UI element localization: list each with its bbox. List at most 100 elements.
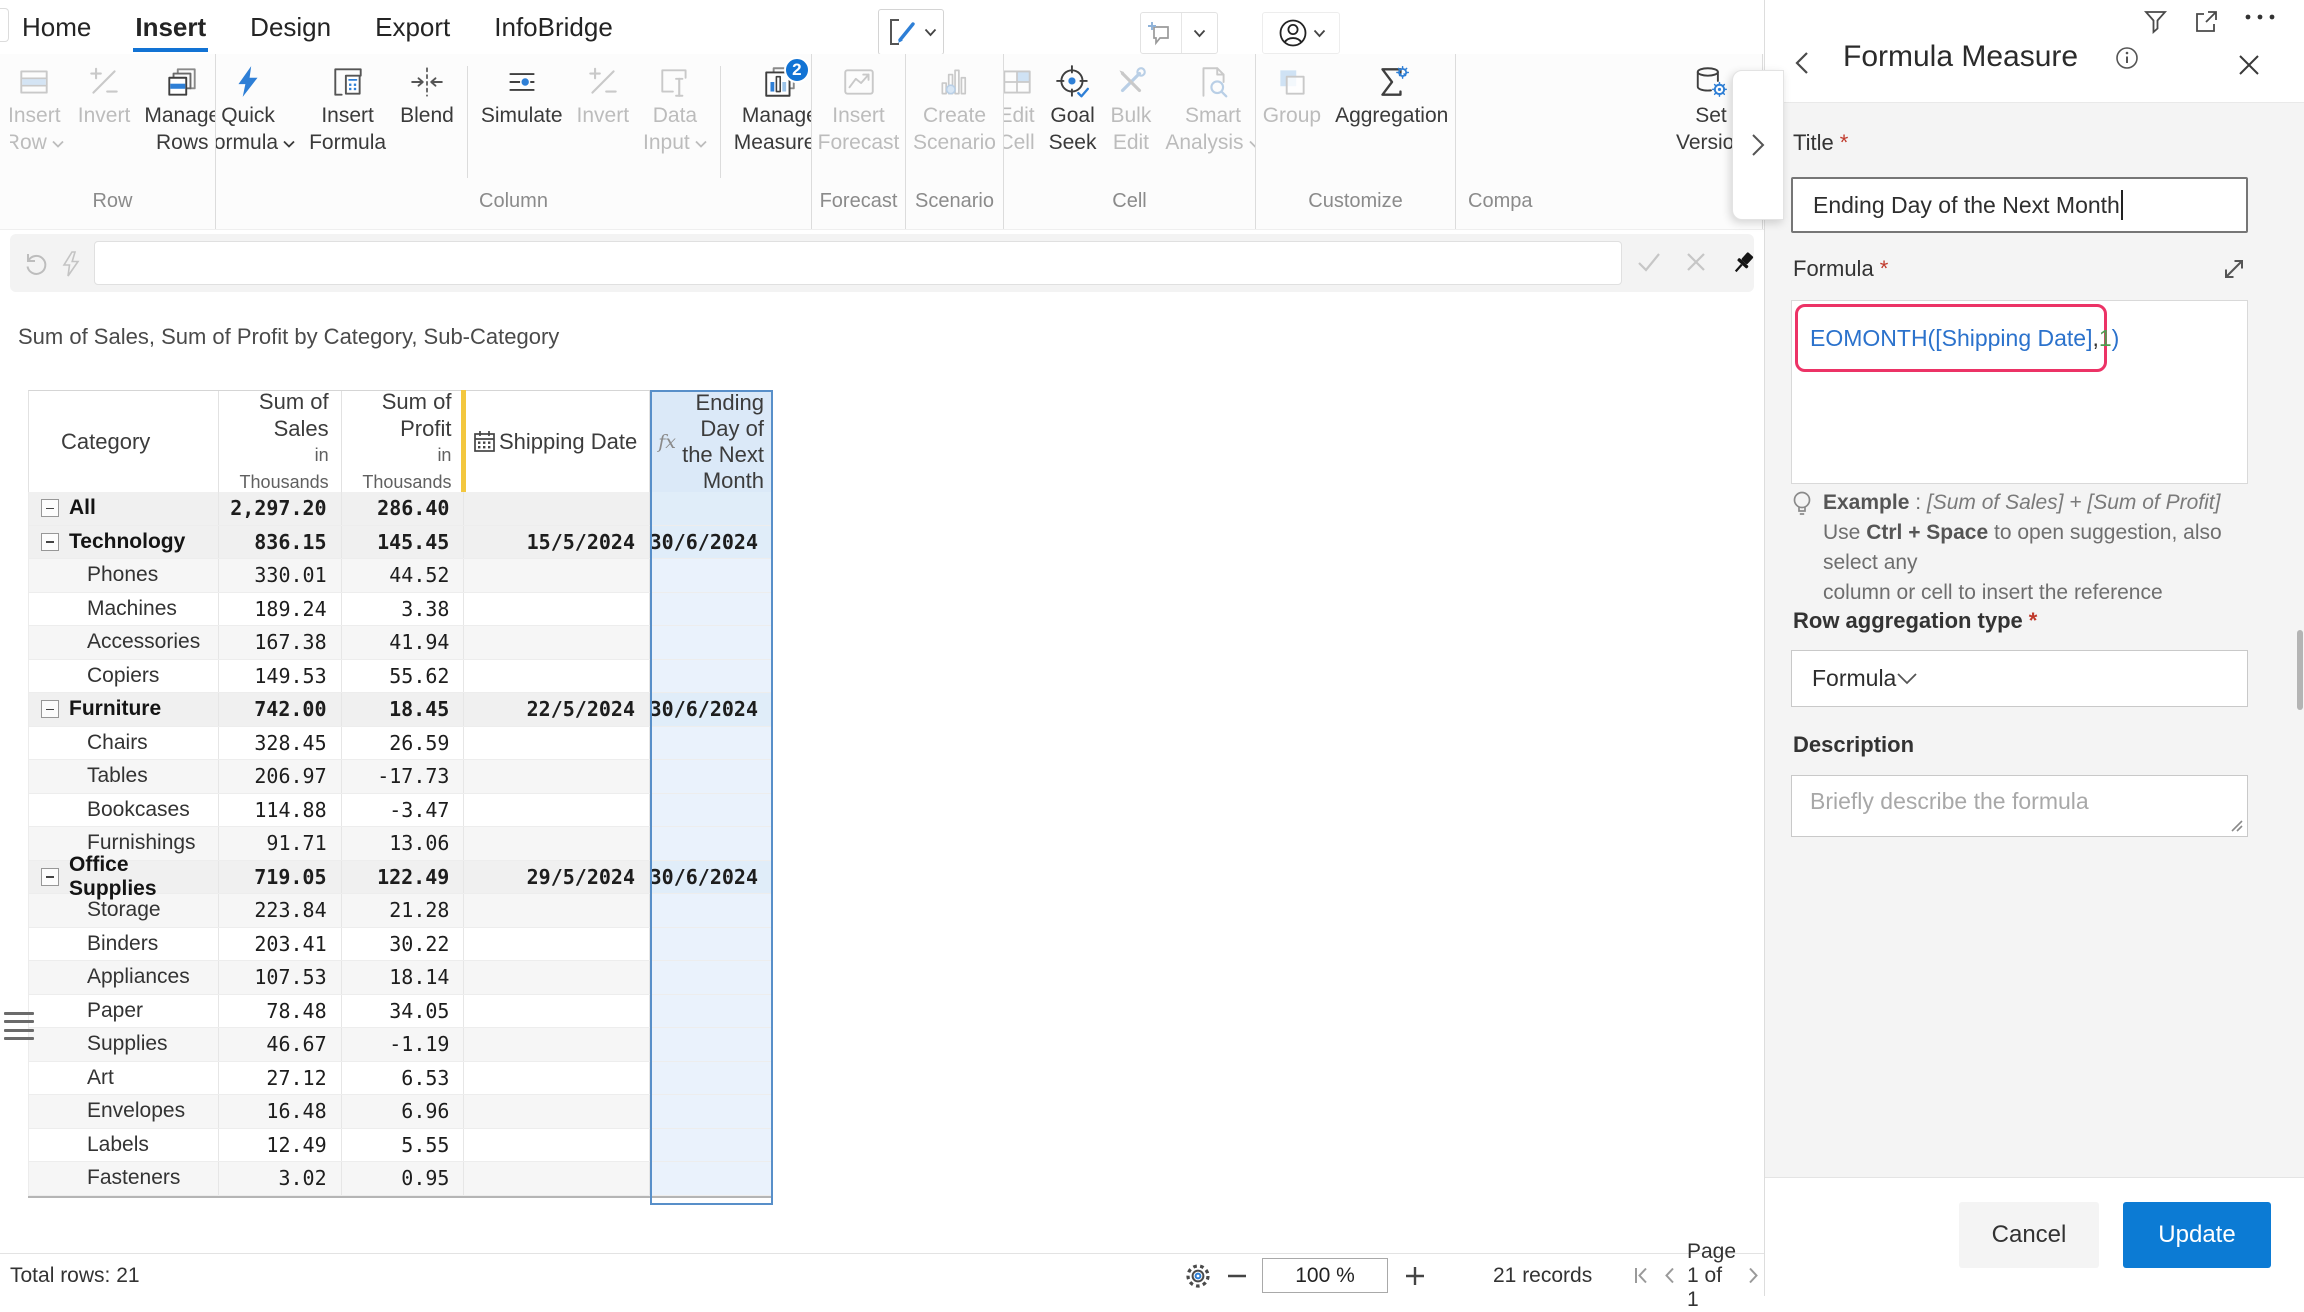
cell-ending-day[interactable] (650, 760, 774, 793)
ribbon-button-quick-formula[interactable]: QuickFormula (216, 64, 302, 156)
cell-shipping-date[interactable]: 29/5/2024 (464, 860, 651, 893)
cell-sales[interactable]: 189.24 (219, 592, 342, 625)
cell-ending-day[interactable] (650, 994, 774, 1027)
cell-shipping-date[interactable] (464, 1061, 651, 1094)
cell-profit[interactable]: 41.94 (342, 626, 465, 659)
cell-ending-day[interactable] (650, 559, 774, 592)
cell-shipping-date[interactable]: 22/5/2024 (464, 693, 651, 726)
cell-profit[interactable]: 6.96 (342, 1095, 465, 1128)
cell-category[interactable]: Fasteners (29, 1162, 219, 1195)
cell-sales[interactable]: 16.48 (219, 1095, 342, 1128)
formula-input[interactable] (94, 241, 1622, 285)
cell-shipping-date[interactable] (464, 726, 651, 759)
cell-profit[interactable]: -17.73 (342, 760, 465, 793)
cell-sales[interactable]: 46.67 (219, 1028, 342, 1061)
cell-category[interactable]: Office Supplies (29, 853, 219, 900)
menu-tab-insert[interactable]: Insert (133, 0, 208, 54)
cell-category[interactable]: Appliances (29, 961, 219, 994)
cell-profit[interactable]: 122.49 (342, 860, 465, 893)
column-header-ending-day[interactable]: fx Ending Day of the Next Month (650, 390, 774, 493)
cell-profit[interactable]: -3.47 (342, 793, 465, 826)
cell-sales[interactable]: 330.01 (219, 559, 342, 592)
ribbon-button-manage-measures[interactable]: 2 ManageMeasures (727, 57, 811, 156)
pin-icon[interactable] (1730, 250, 1758, 278)
cell-sales[interactable]: 203.41 (219, 927, 342, 960)
cell-profit[interactable]: 6.53 (342, 1061, 465, 1094)
cell-sales[interactable]: 107.53 (219, 961, 342, 994)
cell-sales[interactable]: 742.00 (219, 693, 342, 726)
ribbon-button-goal-seek[interactable]: Goal Seek (1042, 64, 1104, 156)
title-field[interactable]: Ending Day of the Next Month (1791, 177, 2248, 233)
account-button[interactable] (1262, 12, 1340, 54)
cell-shipping-date[interactable] (464, 492, 651, 525)
cell-category[interactable]: Storage (29, 894, 219, 927)
cell-profit[interactable]: 5.55 (342, 1128, 465, 1161)
cell-sales[interactable]: 167.38 (219, 626, 342, 659)
cell-ending-day[interactable] (650, 592, 774, 625)
comment-button[interactable] (1140, 12, 1218, 54)
cell-profit[interactable]: -1.19 (342, 1028, 465, 1061)
cell-shipping-date[interactable] (464, 927, 651, 960)
cell-sales[interactable]: 836.15 (219, 525, 342, 558)
cell-sales[interactable]: 3.02 (219, 1162, 342, 1195)
cell-ending-day[interactable] (650, 626, 774, 659)
ribbon-button-simulate[interactable]: Simulate (474, 64, 570, 129)
collapse-icon[interactable] (41, 700, 59, 719)
cell-ending-day[interactable] (650, 1028, 774, 1061)
column-header-category[interactable]: Category (29, 391, 219, 492)
zoom-level-input[interactable]: 100 % (1262, 1258, 1388, 1293)
cell-ending-day[interactable]: 30/6/2024 (650, 860, 774, 893)
description-field[interactable]: Briefly describe the formula (1791, 775, 2248, 837)
menu-tab-export[interactable]: Export (375, 0, 450, 54)
first-page-icon[interactable] (1633, 1266, 1653, 1285)
cell-sales[interactable]: 223.84 (219, 894, 342, 927)
cell-ending-day[interactable] (650, 1095, 774, 1128)
cell-category[interactable]: Machines (29, 592, 219, 625)
cell-profit[interactable]: 13.06 (342, 827, 465, 860)
cell-profit[interactable]: 55.62 (342, 659, 465, 692)
cell-profit[interactable]: 145.45 (342, 525, 465, 558)
info-icon[interactable] (2115, 46, 2139, 70)
cell-ending-day[interactable] (650, 726, 774, 759)
cell-profit[interactable]: 21.28 (342, 894, 465, 927)
collapse-icon[interactable] (41, 532, 59, 551)
cell-profit[interactable]: 26.59 (342, 726, 465, 759)
cell-category[interactable]: Supplies (29, 1028, 219, 1061)
undo-icon[interactable] (22, 250, 49, 277)
resize-handle[interactable] (2229, 818, 2243, 832)
cell-ending-day[interactable] (650, 894, 774, 927)
cell-ending-day[interactable]: 30/6/2024 (650, 693, 774, 726)
cell-profit[interactable]: 286.40 (342, 492, 465, 525)
cell-sales[interactable]: 206.97 (219, 760, 342, 793)
collapse-icon[interactable] (41, 867, 59, 886)
cell-sales[interactable]: 27.12 (219, 1061, 342, 1094)
edit-mode-button[interactable] (878, 9, 944, 55)
cell-category[interactable]: Furniture (29, 693, 219, 726)
cell-ending-day[interactable] (650, 1162, 774, 1195)
cell-shipping-date[interactable] (464, 827, 651, 860)
column-header-sales[interactable]: Sum of Sales in Thousands (218, 389, 342, 492)
ribbon-button-blend[interactable]: Blend (393, 64, 461, 129)
cell-shipping-date[interactable] (464, 626, 651, 659)
cell-shipping-date[interactable] (464, 894, 651, 927)
cell-shipping-date[interactable] (464, 1095, 651, 1128)
more-icon[interactable] (2243, 12, 2279, 22)
cell-category[interactable]: Bookcases (29, 793, 219, 826)
cell-shipping-date[interactable] (464, 994, 651, 1027)
row-drag-handle[interactable] (4, 1012, 34, 1040)
cell-profit[interactable]: 44.52 (342, 559, 465, 592)
cell-shipping-date[interactable] (464, 961, 651, 994)
cell-shipping-date[interactable] (464, 793, 651, 826)
cell-shipping-date[interactable] (464, 659, 651, 692)
filter-icon[interactable] (2142, 8, 2169, 35)
settings-button[interactable] (1183, 1254, 1213, 1297)
cell-sales[interactable]: 91.71 (219, 827, 342, 860)
cell-profit[interactable]: 18.45 (342, 693, 465, 726)
comment-dropdown[interactable] (1180, 13, 1218, 53)
cell-profit[interactable]: 34.05 (342, 994, 465, 1027)
zoom-in-button[interactable] (1404, 1254, 1426, 1297)
cell-sales[interactable]: 149.53 (219, 659, 342, 692)
cell-category[interactable]: Copiers (29, 659, 219, 692)
cell-category[interactable]: Phones (29, 559, 219, 592)
cell-ending-day[interactable] (650, 1061, 774, 1094)
